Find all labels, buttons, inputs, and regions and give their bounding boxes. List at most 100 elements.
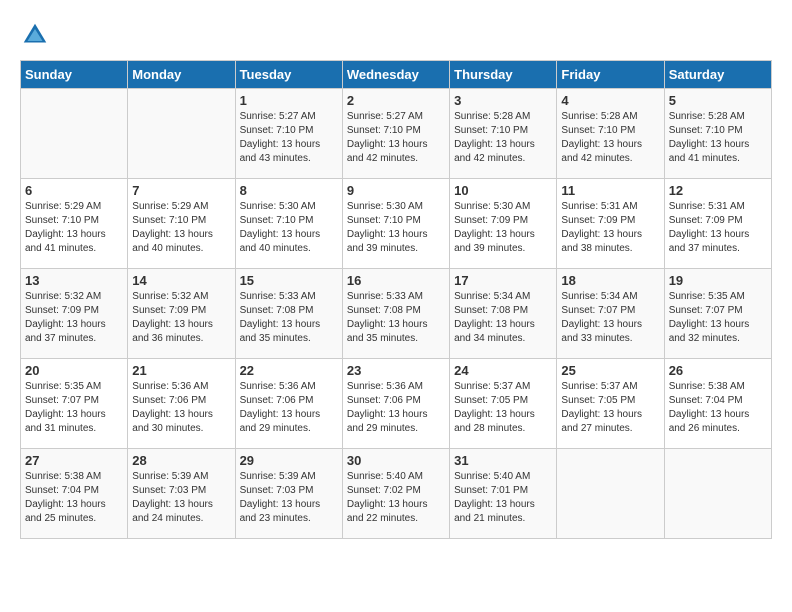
day-detail: Sunrise: 5:34 AM Sunset: 7:07 PM Dayligh… bbox=[561, 290, 659, 346]
weekday-header-monday: Monday bbox=[128, 61, 235, 89]
day-detail: Sunrise: 5:35 AM Sunset: 7:07 PM Dayligh… bbox=[669, 290, 767, 346]
day-number: 12 bbox=[669, 183, 767, 198]
weekday-header-saturday: Saturday bbox=[664, 61, 771, 89]
calendar-cell: 9 Sunrise: 5:30 AM Sunset: 7:10 PM Daylig… bbox=[342, 179, 449, 269]
calendar-cell: 27 Sunrise: 5:38 AM Sunset: 7:04 PM Dayli… bbox=[21, 449, 128, 539]
calendar-week-row: 6 Sunrise: 5:29 AM Sunset: 7:10 PM Daylig… bbox=[21, 179, 772, 269]
day-number: 11 bbox=[561, 183, 659, 198]
day-number: 28 bbox=[132, 453, 230, 468]
calendar-table: SundayMondayTuesdayWednesdayThursdayFrid… bbox=[20, 60, 772, 539]
calendar-cell bbox=[664, 449, 771, 539]
logo bbox=[20, 20, 54, 50]
day-number: 25 bbox=[561, 363, 659, 378]
calendar-cell: 11 Sunrise: 5:31 AM Sunset: 7:09 PM Dayli… bbox=[557, 179, 664, 269]
day-number: 19 bbox=[669, 273, 767, 288]
day-detail: Sunrise: 5:33 AM Sunset: 7:08 PM Dayligh… bbox=[240, 290, 338, 346]
calendar-cell: 5 Sunrise: 5:28 AM Sunset: 7:10 PM Daylig… bbox=[664, 89, 771, 179]
calendar-cell: 10Sunrise: 5:30 AM Sunset: 7:09 PM Dayli… bbox=[450, 179, 557, 269]
calendar-cell bbox=[557, 449, 664, 539]
weekday-header-wednesday: Wednesday bbox=[342, 61, 449, 89]
calendar-cell: 7Sunrise: 5:29 AM Sunset: 7:10 PM Daylig… bbox=[128, 179, 235, 269]
day-number: 30 bbox=[347, 453, 445, 468]
day-detail: Sunrise: 5:31 AM Sunset: 7:09 PM Dayligh… bbox=[561, 200, 659, 256]
day-detail: Sunrise: 5:30 AM Sunset: 7:09 PM Dayligh… bbox=[454, 200, 552, 256]
calendar-body: 1 Sunrise: 5:27 AM Sunset: 7:10 PM Daylig… bbox=[21, 89, 772, 539]
day-detail: Sunrise: 5:36 AM Sunset: 7:06 PM Dayligh… bbox=[240, 380, 338, 436]
calendar-cell: 8 Sunrise: 5:30 AM Sunset: 7:10 PM Daylig… bbox=[235, 179, 342, 269]
day-detail: Sunrise: 5:32 AM Sunset: 7:09 PM Dayligh… bbox=[132, 290, 230, 346]
calendar-week-row: 20 Sunrise: 5:35 AM Sunset: 7:07 PM Dayli… bbox=[21, 359, 772, 449]
calendar-cell: 16 Sunrise: 5:33 AM Sunset: 7:08 PM Dayli… bbox=[342, 269, 449, 359]
day-number: 26 bbox=[669, 363, 767, 378]
calendar-cell: 24 Sunrise: 5:37 AM Sunset: 7:05 PM Dayli… bbox=[450, 359, 557, 449]
calendar-cell: 13 Sunrise: 5:32 AM Sunset: 7:09 PM Dayli… bbox=[21, 269, 128, 359]
day-number: 23 bbox=[347, 363, 445, 378]
day-number: 4 bbox=[561, 93, 659, 108]
day-detail: Sunrise: 5:28 AM Sunset: 7:10 PM Dayligh… bbox=[669, 110, 767, 166]
day-detail: Sunrise: 5:39 AM Sunset: 7:03 PM Dayligh… bbox=[132, 470, 230, 526]
calendar-cell: 4 Sunrise: 5:28 AM Sunset: 7:10 PM Daylig… bbox=[557, 89, 664, 179]
day-number: 3 bbox=[454, 93, 552, 108]
day-detail: Sunrise: 5:28 AM Sunset: 7:10 PM Dayligh… bbox=[454, 110, 552, 166]
weekday-header-tuesday: Tuesday bbox=[235, 61, 342, 89]
calendar-cell: 6 Sunrise: 5:29 AM Sunset: 7:10 PM Daylig… bbox=[21, 179, 128, 269]
day-number: 24 bbox=[454, 363, 552, 378]
day-detail: Sunrise: 5:27 AM Sunset: 7:10 PM Dayligh… bbox=[240, 110, 338, 166]
day-detail: Sunrise: 5:38 AM Sunset: 7:04 PM Dayligh… bbox=[669, 380, 767, 436]
day-detail: Sunrise: 5:39 AM Sunset: 7:03 PM Dayligh… bbox=[240, 470, 338, 526]
day-number: 9 bbox=[347, 183, 445, 198]
day-number: 2 bbox=[347, 93, 445, 108]
day-detail: Sunrise: 5:36 AM Sunset: 7:06 PM Dayligh… bbox=[347, 380, 445, 436]
day-number: 15 bbox=[240, 273, 338, 288]
day-number: 18 bbox=[561, 273, 659, 288]
calendar-header-row: SundayMondayTuesdayWednesdayThursdayFrid… bbox=[21, 61, 772, 89]
day-number: 21 bbox=[132, 363, 230, 378]
day-detail: Sunrise: 5:38 AM Sunset: 7:04 PM Dayligh… bbox=[25, 470, 123, 526]
day-number: 17 bbox=[454, 273, 552, 288]
day-detail: Sunrise: 5:34 AM Sunset: 7:08 PM Dayligh… bbox=[454, 290, 552, 346]
calendar-cell: 21 Sunrise: 5:36 AM Sunset: 7:06 PM Dayli… bbox=[128, 359, 235, 449]
weekday-header-sunday: Sunday bbox=[21, 61, 128, 89]
page-header bbox=[20, 20, 772, 50]
day-number: 8 bbox=[240, 183, 338, 198]
day-number: 27 bbox=[25, 453, 123, 468]
day-detail: Sunrise: 5:33 AM Sunset: 7:08 PM Dayligh… bbox=[347, 290, 445, 346]
day-number: 6 bbox=[25, 183, 123, 198]
calendar-cell: 31 Sunrise: 5:40 AM Sunset: 7:01 PM Dayli… bbox=[450, 449, 557, 539]
calendar-cell: 25Sunrise: 5:37 AM Sunset: 7:05 PM Dayli… bbox=[557, 359, 664, 449]
day-number: 16 bbox=[347, 273, 445, 288]
day-detail: Sunrise: 5:29 AM Sunset: 7:10 PM Dayligh… bbox=[25, 200, 123, 256]
day-number: 13 bbox=[25, 273, 123, 288]
calendar-cell: 2 Sunrise: 5:27 AM Sunset: 7:10 PM Daylig… bbox=[342, 89, 449, 179]
day-detail: Sunrise: 5:31 AM Sunset: 7:09 PM Dayligh… bbox=[669, 200, 767, 256]
day-detail: Sunrise: 5:28 AM Sunset: 7:10 PM Dayligh… bbox=[561, 110, 659, 166]
day-detail: Sunrise: 5:40 AM Sunset: 7:02 PM Dayligh… bbox=[347, 470, 445, 526]
calendar-cell: 3 Sunrise: 5:28 AM Sunset: 7:10 PM Daylig… bbox=[450, 89, 557, 179]
day-detail: Sunrise: 5:40 AM Sunset: 7:01 PM Dayligh… bbox=[454, 470, 552, 526]
day-number: 31 bbox=[454, 453, 552, 468]
calendar-week-row: 13 Sunrise: 5:32 AM Sunset: 7:09 PM Dayli… bbox=[21, 269, 772, 359]
calendar-cell: 23 Sunrise: 5:36 AM Sunset: 7:06 PM Dayli… bbox=[342, 359, 449, 449]
calendar-cell: 15 Sunrise: 5:33 AM Sunset: 7:08 PM Dayli… bbox=[235, 269, 342, 359]
calendar-week-row: 27 Sunrise: 5:38 AM Sunset: 7:04 PM Dayli… bbox=[21, 449, 772, 539]
day-detail: Sunrise: 5:37 AM Sunset: 7:05 PM Dayligh… bbox=[454, 380, 552, 436]
calendar-cell: 14Sunrise: 5:32 AM Sunset: 7:09 PM Dayli… bbox=[128, 269, 235, 359]
day-detail: Sunrise: 5:27 AM Sunset: 7:10 PM Dayligh… bbox=[347, 110, 445, 166]
weekday-header-thursday: Thursday bbox=[450, 61, 557, 89]
day-number: 22 bbox=[240, 363, 338, 378]
day-detail: Sunrise: 5:30 AM Sunset: 7:10 PM Dayligh… bbox=[347, 200, 445, 256]
calendar-cell: 20 Sunrise: 5:35 AM Sunset: 7:07 PM Dayli… bbox=[21, 359, 128, 449]
day-detail: Sunrise: 5:30 AM Sunset: 7:10 PM Dayligh… bbox=[240, 200, 338, 256]
day-detail: Sunrise: 5:36 AM Sunset: 7:06 PM Dayligh… bbox=[132, 380, 230, 436]
day-detail: Sunrise: 5:32 AM Sunset: 7:09 PM Dayligh… bbox=[25, 290, 123, 346]
day-number: 29 bbox=[240, 453, 338, 468]
calendar-cell: 29 Sunrise: 5:39 AM Sunset: 7:03 PM Dayli… bbox=[235, 449, 342, 539]
day-number: 1 bbox=[240, 93, 338, 108]
day-number: 20 bbox=[25, 363, 123, 378]
day-detail: Sunrise: 5:35 AM Sunset: 7:07 PM Dayligh… bbox=[25, 380, 123, 436]
logo-icon bbox=[20, 20, 50, 50]
calendar-cell: 18 Sunrise: 5:34 AM Sunset: 7:07 PM Dayli… bbox=[557, 269, 664, 359]
calendar-cell: 26 Sunrise: 5:38 AM Sunset: 7:04 PM Dayli… bbox=[664, 359, 771, 449]
day-number: 5 bbox=[669, 93, 767, 108]
calendar-cell bbox=[21, 89, 128, 179]
